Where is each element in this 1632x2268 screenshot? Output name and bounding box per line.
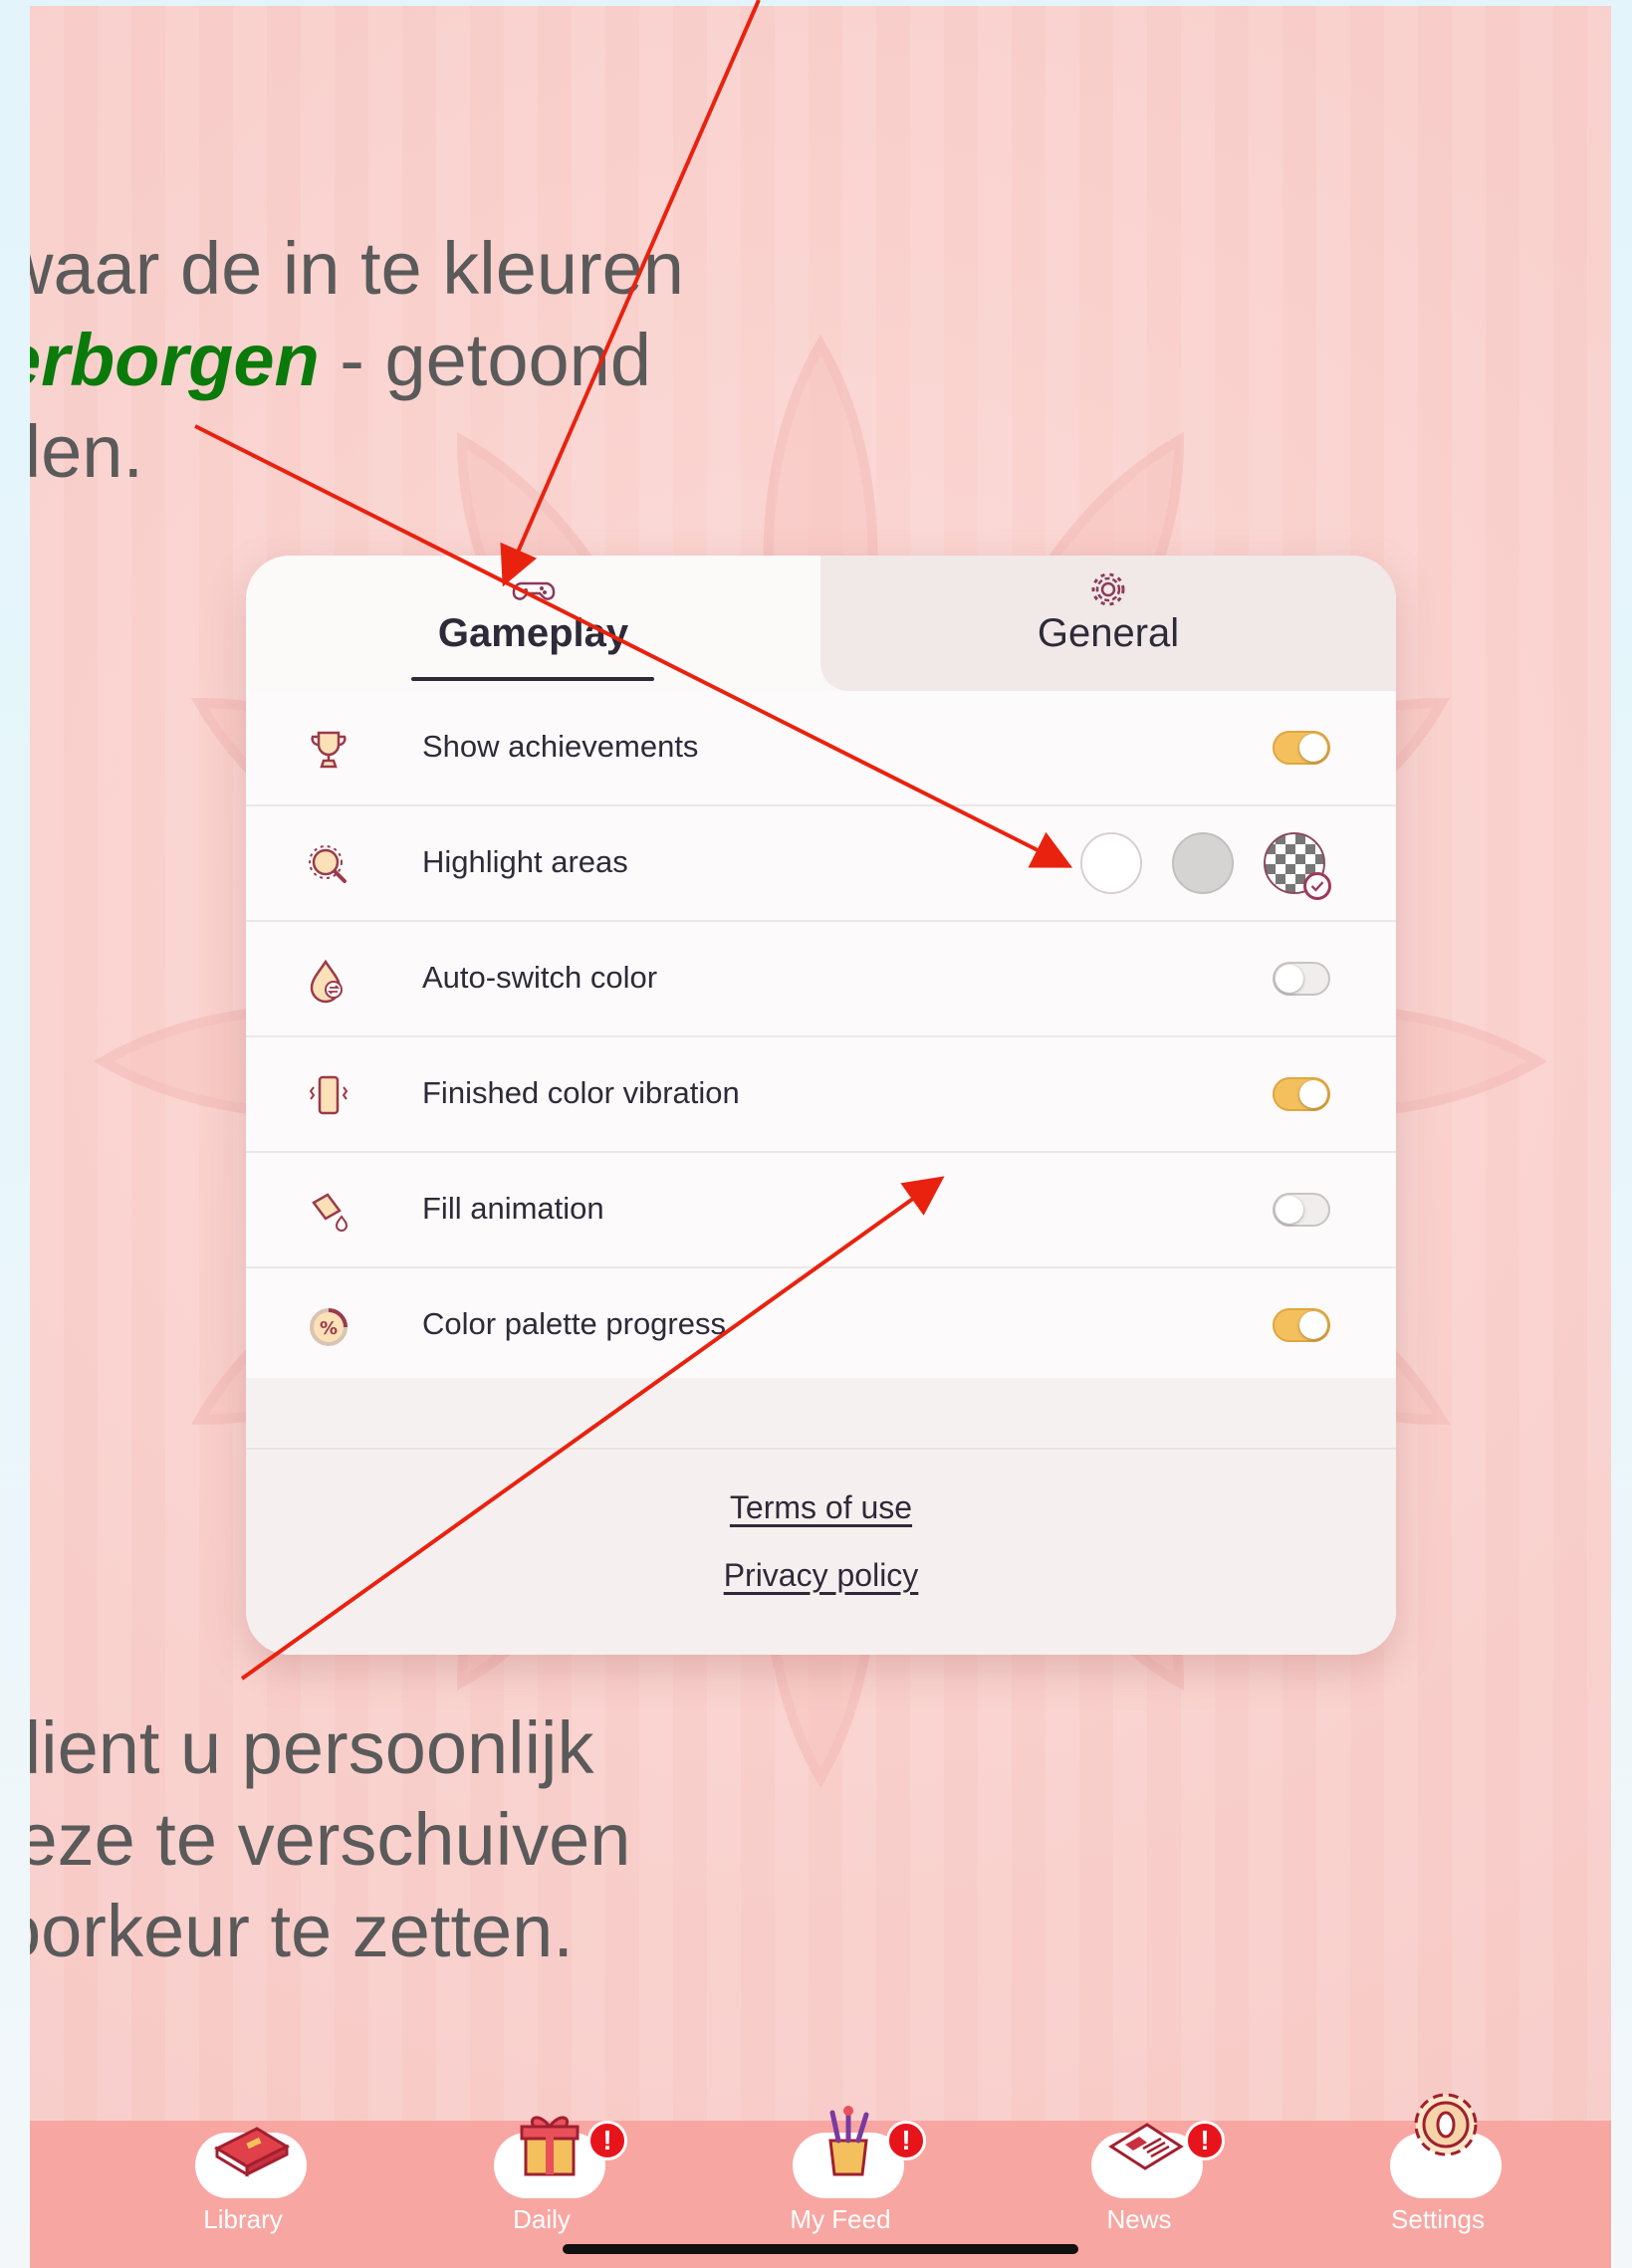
tab-general-label: General	[1037, 611, 1180, 655]
setting-row-color-palette-progress: % Color palette progress	[246, 1268, 1396, 1384]
paint-cup-icon	[828, 2106, 869, 2176]
setting-label: Color palette progress	[422, 1306, 726, 1341]
home-indicator	[563, 2244, 1078, 2254]
drop-switch-icon	[310, 959, 343, 1004]
highlight-option-gray[interactable]	[1172, 832, 1234, 894]
notification-badge: !	[587, 2121, 627, 2160]
setting-label: Show achievements	[422, 729, 699, 764]
setting-label: Fill animation	[422, 1191, 604, 1226]
setting-label: Finished color vibration	[422, 1075, 740, 1110]
notification-badge: !	[1185, 2121, 1225, 2160]
tab-gameplay-label: Gameplay	[437, 611, 629, 655]
toggle-knob	[1299, 1311, 1327, 1339]
nav-label: Library	[203, 2204, 283, 2234]
setting-row-highlight-areas: Highlight areas	[246, 806, 1396, 922]
toggle-knob	[1276, 965, 1303, 993]
selected-check-icon	[1303, 872, 1331, 900]
percent-circle-icon: %	[310, 1308, 348, 1346]
gift-icon	[520, 2116, 580, 2176]
svg-text:%: %	[320, 1318, 338, 1339]
nav-label: My Feed	[790, 2204, 891, 2234]
show-achievements-toggle[interactable]	[1273, 731, 1330, 765]
setting-row-finished-color-vibration: Finished color vibration	[246, 1037, 1396, 1153]
panel-spacer	[246, 1378, 1396, 1448]
settings-tabs: Gameplay General	[246, 556, 1396, 691]
nav-label: News	[1106, 2204, 1172, 2234]
toggle-knob	[1299, 734, 1327, 762]
notification-badge: !	[886, 2121, 926, 2160]
instruction-top-line-3: den.	[30, 410, 144, 493]
newspaper-icon	[1108, 2123, 1184, 2170]
highlight-option-white[interactable]	[1080, 832, 1142, 894]
instruction-bottom-line-1: dient u persoonlijk	[30, 1706, 594, 1789]
instruction-text-top: waar de in te kleuren erborgen - getoond…	[30, 223, 684, 498]
setting-label: Auto-switch color	[422, 960, 658, 995]
instruction-text-bottom: dient u persoonlijk leze te verschuiven …	[30, 1702, 630, 1977]
magnifier-icon	[309, 845, 347, 883]
toggle-knob	[1299, 1080, 1327, 1108]
book-icon	[213, 2127, 291, 2177]
terms-of-use-link[interactable]: Terms of use	[246, 1489, 1396, 1526]
nav-library[interactable]: Library	[123, 2121, 362, 2268]
nav-settings[interactable]: Settings	[1318, 2093, 1557, 2268]
setting-row-show-achievements: Show achievements	[246, 691, 1396, 806]
setting-row-fill-animation: Fill animation	[246, 1153, 1396, 1268]
phone-vibrate-icon	[309, 1075, 349, 1115]
paint-bucket-icon	[312, 1193, 349, 1232]
gear-icon	[1414, 2093, 1478, 2156]
nav-label: Daily	[513, 2204, 571, 2234]
gamepad-icon	[512, 581, 555, 600]
instruction-bottom-line-3: oorkeur te zetten.	[30, 1890, 574, 1972]
instruction-bottom-line-2: leze te verschuiven	[30, 1798, 631, 1881]
active-tab-underline	[411, 677, 654, 681]
instruction-top-line-2: erborgen - getoond	[30, 315, 684, 406]
setting-label: Highlight areas	[422, 844, 628, 879]
trophy-icon	[311, 731, 347, 769]
nav-label: Settings	[1391, 2204, 1485, 2234]
color-palette-progress-toggle[interactable]	[1273, 1308, 1330, 1342]
settings-panel: Gameplay General Show achievements Highl…	[246, 556, 1396, 1655]
setting-row-auto-switch-color: Auto-switch color	[246, 922, 1396, 1037]
privacy-policy-link[interactable]: Privacy policy	[246, 1557, 1396, 1594]
gear-icon	[1091, 572, 1125, 606]
toggle-knob	[1276, 1196, 1303, 1224]
tab-gameplay[interactable]: Gameplay	[246, 556, 820, 691]
fill-animation-toggle[interactable]	[1273, 1193, 1330, 1227]
instruction-top-emphasis: erborgen	[30, 319, 320, 401]
tab-general[interactable]: General	[820, 556, 1396, 691]
instruction-top-line-1: waar de in te kleuren	[30, 227, 684, 310]
panel-footer: Terms of use Privacy policy	[246, 1448, 1396, 1655]
auto-switch-color-toggle[interactable]	[1273, 962, 1330, 996]
instruction-top-line-2-rest: - getoond	[319, 319, 651, 401]
finished-color-vibration-toggle[interactable]	[1273, 1077, 1330, 1111]
